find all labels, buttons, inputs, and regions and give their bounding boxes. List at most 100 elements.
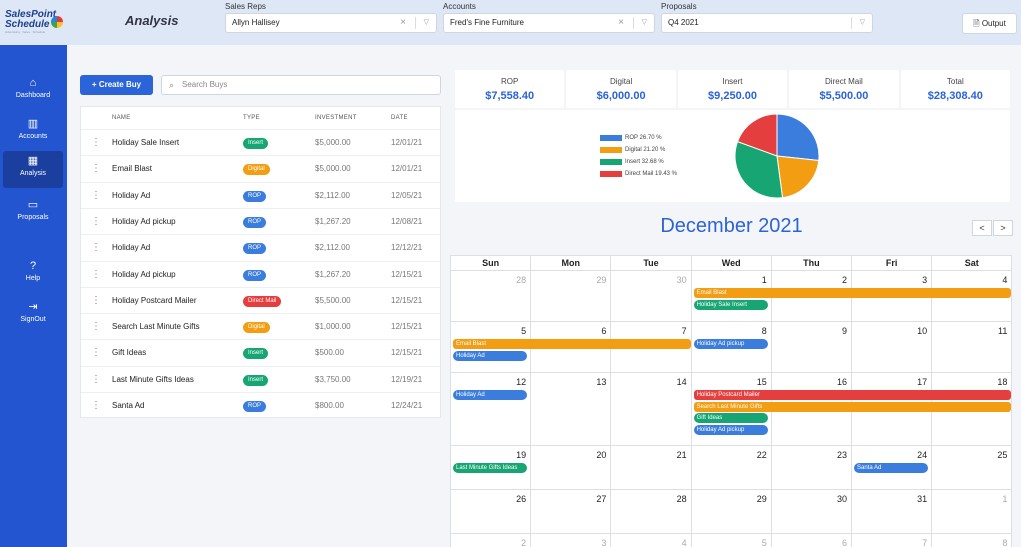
calendar-event[interactable]: Last Minute Gifts Ideas: [453, 463, 528, 473]
more-vertical-icon[interactable]: ⋮: [91, 156, 101, 182]
more-vertical-icon[interactable]: ⋮: [91, 340, 101, 366]
nav-dashboard[interactable]: ⌂ Dashboard: [3, 73, 63, 110]
table-row[interactable]: ⋮ Holiday Ad ROP $2,112.00 12/12/21: [81, 234, 440, 260]
table-row[interactable]: ⋮ Santa Ad ROP $800.00 12/24/21: [81, 392, 440, 418]
calendar-event[interactable]: Holiday Ad: [453, 390, 528, 400]
column-header-type[interactable]: TYPE: [243, 107, 260, 129]
more-vertical-icon[interactable]: ⋮: [91, 235, 101, 261]
table-row[interactable]: ⋮ Last Minute Gifts Ideas Insert $3,750.00 1…: [81, 365, 440, 393]
calendar-day[interactable]: 14: [611, 373, 692, 446]
more-vertical-icon[interactable]: ⋮: [91, 262, 101, 288]
calendar-day[interactable]: 29: [531, 271, 612, 322]
chevron-down-icon[interactable]: ▽: [424, 14, 429, 32]
calendar-event[interactable]: Holiday Ad pickup: [693, 339, 768, 349]
create-buy-button[interactable]: + Create Buy: [80, 75, 153, 95]
sales-reps-select[interactable]: Allyn Hallisey × ▽: [225, 13, 437, 33]
calendar-day[interactable]: 30: [771, 490, 852, 534]
clear-icon[interactable]: ×: [400, 14, 406, 32]
calendar-event[interactable]: Holiday Ad pickup: [693, 424, 768, 435]
nav-proposals[interactable]: ▭ Proposals: [3, 195, 63, 232]
buy-investment: $2,112.00: [315, 190, 350, 200]
pie-slice-0[interactable]: [776, 113, 820, 162]
stat-value: $28,308.40: [927, 90, 983, 102]
clear-icon[interactable]: ×: [618, 14, 624, 32]
nav-signout[interactable]: ⇥ SignOut: [3, 297, 63, 334]
table-row[interactable]: ⋮ Email Blast Digital $5,000.00 12/01/21: [81, 155, 440, 181]
calendar-day[interactable]: 25: [932, 446, 1012, 490]
table-row[interactable]: ⋮ Search Last Minute Gifts Digital $1,000.0…: [81, 313, 440, 339]
calendar-day[interactable]: 6: [772, 534, 852, 547]
table-row[interactable]: ⋮ Holiday Postcard Mailer Direct Mail $5,50…: [81, 286, 440, 314]
more-vertical-icon[interactable]: ⋮: [91, 130, 101, 156]
search-buys-input[interactable]: ⌕ Search Buys: [161, 75, 441, 95]
calendar-day[interactable]: 30: [611, 271, 692, 322]
nav-analysis[interactable]: ▦ Analysis: [3, 151, 63, 188]
calendar-day[interactable]: 28: [611, 490, 692, 534]
day-number: 15: [756, 377, 767, 387]
calendar-day[interactable]: 5: [692, 534, 772, 547]
buy-investment: $800.00: [315, 401, 344, 410]
buy-date: 12/15/21: [391, 322, 423, 332]
more-vertical-icon[interactable]: ⋮: [91, 288, 101, 314]
calendar-day[interactable]: 20: [531, 446, 612, 490]
calendar-day[interactable]: 7: [852, 534, 933, 547]
prev-month-button[interactable]: <: [972, 220, 992, 236]
more-vertical-icon[interactable]: ⋮: [91, 393, 101, 419]
calendar-event[interactable]: Holiday Sale Insert: [693, 299, 768, 310]
calendar-event[interactable]: Santa Ad: [854, 463, 929, 473]
chevron-down-icon[interactable]: ▽: [860, 14, 865, 32]
buy-date: 12/01/21: [391, 138, 423, 147]
calendar-day[interactable]: 28: [451, 271, 532, 322]
calendar-day[interactable]: 26: [451, 490, 532, 534]
next-month-button[interactable]: >: [993, 220, 1013, 236]
nav-help[interactable]: ? Help: [3, 256, 63, 293]
more-vertical-icon[interactable]: ⋮: [91, 367, 101, 393]
chevron-down-icon[interactable]: ▽: [642, 14, 647, 32]
output-button[interactable]: 🗎 Output: [962, 13, 1017, 34]
type-badge: ROP: [243, 190, 267, 202]
proposals-select[interactable]: Q4 2021 ▽: [661, 13, 873, 33]
table-row[interactable]: ⋮ Gift Ideas Insert $500.00 12/15/21: [81, 339, 440, 365]
calendar-day[interactable]: 21: [611, 446, 692, 490]
app-logo[interactable]: SalesPoint Schedule Advertising · Sales …: [5, 10, 67, 34]
more-vertical-icon[interactable]: ⋮: [91, 314, 101, 340]
legend-label: Direct Mail 19.43 %: [625, 171, 678, 177]
calendar-day[interactable]: 27: [531, 490, 612, 534]
accounts-select[interactable]: Fred's Fine Furniture × ▽: [443, 13, 655, 33]
calendar-day[interactable]: 11: [932, 322, 1012, 373]
calendar-day[interactable]: 8: [932, 534, 1012, 547]
day-number: 24: [917, 450, 928, 460]
calendar-day[interactable]: 29: [691, 490, 772, 534]
calendar-day[interactable]: 12: [451, 373, 532, 446]
more-vertical-icon[interactable]: ⋮: [91, 209, 101, 235]
calendar-day[interactable]: 4: [611, 534, 692, 547]
column-header-name[interactable]: NAME: [112, 107, 131, 129]
calendar-day[interactable]: 1: [932, 490, 1012, 534]
day-number: 12: [516, 377, 527, 387]
nav-accounts[interactable]: ▥ Accounts: [3, 114, 63, 151]
calendar-day[interactable]: 2: [451, 534, 532, 547]
calendar-event[interactable]: Holiday Ad: [453, 350, 528, 361]
more-vertical-icon[interactable]: ⋮: [91, 183, 101, 209]
column-header-investment[interactable]: INVESTMENT: [315, 107, 357, 129]
calendar-event[interactable]: Email Blast: [693, 288, 1012, 298]
calendar-day[interactable]: 13: [531, 373, 612, 446]
calendar-day[interactable]: 10: [852, 322, 933, 373]
table-row[interactable]: ⋮ Holiday Ad ROP $2,112.00 12/05/21: [81, 181, 440, 209]
table-row[interactable]: ⋮ Holiday Ad pickup ROP $1,267.20 12/15/21: [81, 260, 440, 288]
calendar-day[interactable]: 9: [771, 322, 852, 373]
pie-slice-1[interactable]: [776, 155, 820, 199]
column-header-date[interactable]: DATE: [391, 107, 408, 129]
calendar-event[interactable]: Email Blast: [453, 339, 691, 349]
calendar-day[interactable]: 23: [771, 446, 852, 490]
calendar-event[interactable]: Holiday Postcard Mailer: [693, 390, 1012, 400]
total-digital: Digital $6,000.00: [566, 70, 676, 108]
calendar-event[interactable]: Search Last Minute Gifts: [693, 401, 1012, 412]
calendar-event[interactable]: Gift Ideas: [693, 413, 768, 423]
calendar-day[interactable]: 3: [531, 534, 612, 547]
day-number: 29: [756, 494, 767, 504]
table-row[interactable]: ⋮ Holiday Ad pickup ROP $1,267.20 12/08/21: [81, 207, 440, 235]
calendar-day[interactable]: 31: [852, 490, 933, 534]
calendar-day[interactable]: 22: [691, 446, 772, 490]
table-row[interactable]: ⋮ Holiday Sale Insert Insert $5,000.00 12/01…: [81, 129, 440, 155]
